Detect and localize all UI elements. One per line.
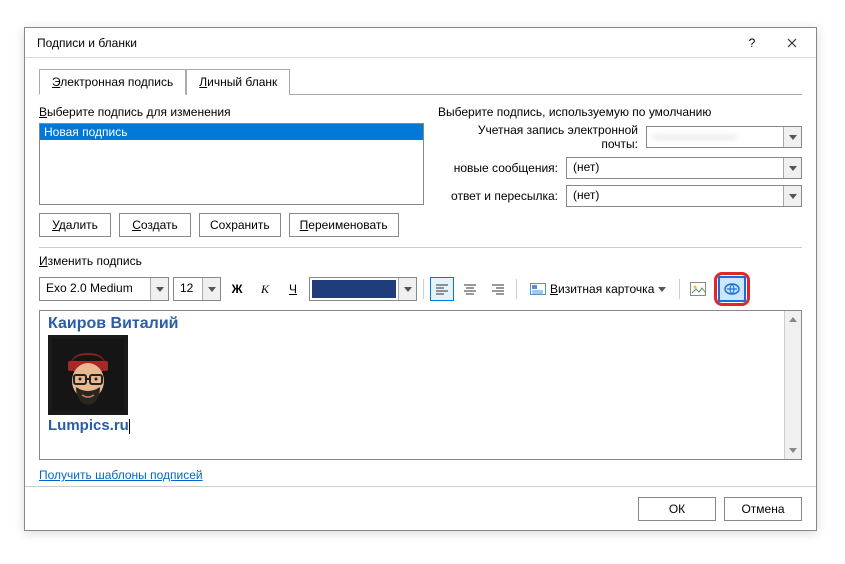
scroll-track[interactable]: [785, 328, 801, 442]
chevron-down-icon: [398, 278, 416, 300]
signature-name-text: Каиров Виталий: [48, 315, 776, 333]
chevron-down-icon: [783, 186, 801, 206]
close-button[interactable]: [772, 29, 812, 57]
delete-button[interactable]: Удалить: [39, 213, 111, 237]
signature-list-item[interactable]: Новая подпись: [40, 124, 423, 140]
italic-button[interactable]: К: [253, 277, 277, 301]
align-right-button[interactable]: [486, 277, 510, 301]
font-select[interactable]: Exo 2.0 Medium: [39, 277, 169, 301]
business-card-button[interactable]: Визитная карточка: [523, 277, 673, 301]
account-select[interactable]: ———————: [646, 126, 802, 148]
close-icon: [787, 38, 797, 48]
business-card-icon: [530, 283, 546, 295]
account-value: ———————: [647, 127, 783, 147]
signature-site-text: Lumpics.ru: [48, 417, 129, 434]
signature-list[interactable]: Новая подпись: [39, 123, 424, 205]
avatar-icon: [52, 339, 124, 411]
templates-link[interactable]: Получить шаблоны подписей: [39, 468, 203, 482]
signatures-dialog: Подписи и бланки ? Электронная подпись Л…: [24, 27, 817, 531]
align-right-icon: [491, 283, 505, 295]
select-signature-label: Выберите подпись для изменения: [39, 105, 424, 119]
align-center-icon: [463, 283, 477, 295]
insert-hyperlink-button[interactable]: [718, 276, 746, 302]
newmsg-select[interactable]: (нет): [566, 157, 802, 179]
font-value: Exo 2.0 Medium: [40, 278, 150, 300]
rename-button[interactable]: Переименовать: [289, 213, 399, 237]
dialog-footer: ОК Отмена: [25, 486, 816, 530]
newmsg-label: новые сообщения:: [438, 161, 558, 175]
bizcard-label: Визитная карточка: [550, 282, 654, 296]
align-left-button[interactable]: [430, 277, 454, 301]
reply-value: (нет): [567, 186, 783, 206]
save-button[interactable]: Сохранить: [199, 213, 281, 237]
color-swatch: [312, 280, 396, 298]
font-size-select[interactable]: 12: [173, 277, 221, 301]
align-left-icon: [435, 283, 449, 295]
window-title: Подписи и бланки: [37, 36, 732, 50]
hyperlink-highlight: [714, 272, 750, 306]
tab-email-signature[interactable]: Электронная подпись: [39, 69, 186, 95]
newmsg-value: (нет): [567, 158, 783, 178]
tab-stationery[interactable]: Личный бланк: [186, 69, 290, 95]
reply-select[interactable]: (нет): [566, 185, 802, 207]
vertical-scrollbar[interactable]: [784, 311, 801, 459]
size-value: 12: [174, 278, 202, 300]
chevron-down-icon: [658, 287, 666, 292]
signature-editor[interactable]: Каиров Виталий Lumpics: [40, 311, 784, 459]
dialog-body: Выберите подпись для изменения Новая под…: [25, 95, 816, 494]
editor-container: Каиров Виталий Lumpics: [39, 310, 802, 460]
scroll-up-arrow[interactable]: [785, 311, 801, 328]
new-button[interactable]: Создать: [119, 213, 191, 237]
cancel-button[interactable]: Отмена: [724, 497, 802, 521]
default-signature-heading: Выберите подпись, используемую по умолча…: [438, 105, 802, 119]
edit-signature-label: Изменить подпись: [39, 254, 802, 268]
text-cursor: [129, 419, 130, 434]
chevron-down-icon: [783, 158, 801, 178]
signature-site-line: Lumpics.ru: [48, 417, 776, 434]
align-center-button[interactable]: [458, 277, 482, 301]
scroll-down-arrow[interactable]: [785, 442, 801, 459]
editor-toolbar: Exo 2.0 Medium 12 Ж К Ч: [39, 272, 802, 306]
picture-icon: [690, 282, 706, 296]
ok-button[interactable]: ОК: [638, 497, 716, 521]
help-button[interactable]: ?: [732, 29, 772, 57]
account-label: Учетная запись электронной почты:: [438, 123, 638, 151]
tabs: Электронная подпись Личный бланк: [39, 68, 802, 95]
bold-button[interactable]: Ж: [225, 277, 249, 301]
insert-picture-button[interactable]: [686, 277, 710, 301]
chevron-down-icon: [150, 278, 168, 300]
font-color-select[interactable]: [309, 277, 417, 301]
chevron-down-icon: [202, 278, 220, 300]
chevron-down-icon: [783, 127, 801, 147]
titlebar: Подписи и бланки ?: [25, 28, 816, 58]
underline-button[interactable]: Ч: [281, 277, 305, 301]
reply-label: ответ и пересылка:: [438, 189, 558, 203]
avatar-image: [48, 335, 128, 415]
hyperlink-icon: [723, 281, 741, 297]
